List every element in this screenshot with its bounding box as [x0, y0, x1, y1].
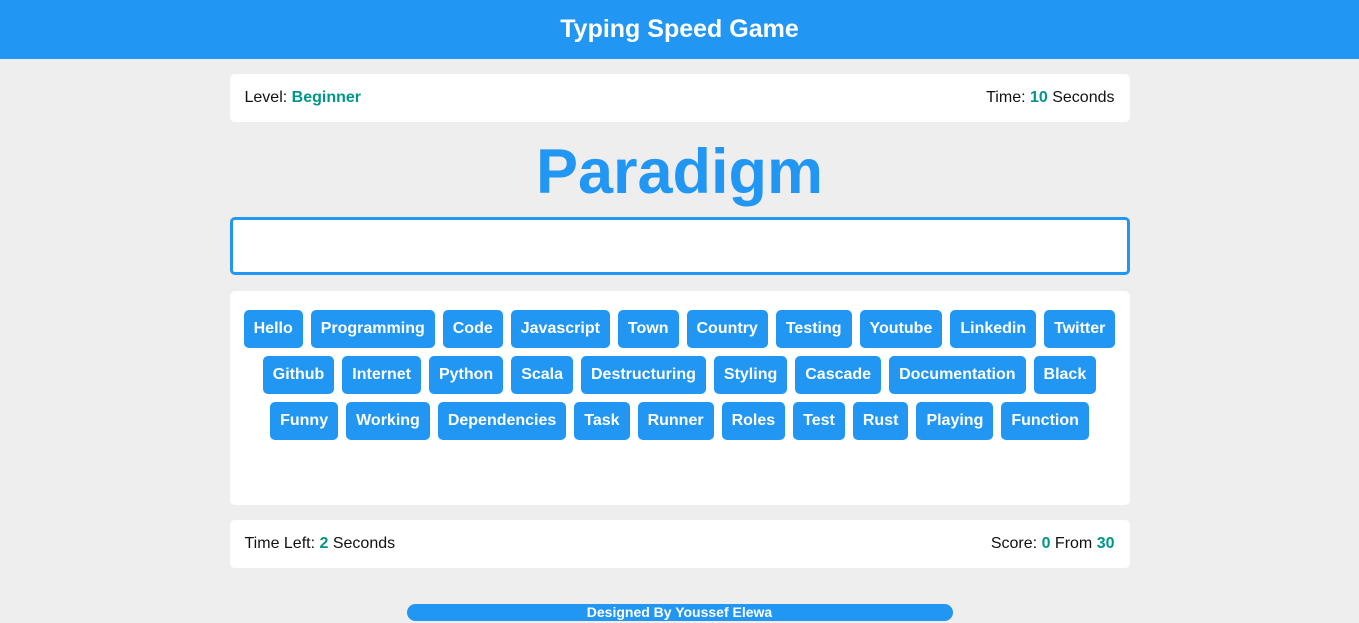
score-info: Score: 0 From 30 — [991, 535, 1115, 553]
time-info: Time: 10 Seconds — [986, 89, 1114, 107]
word-chip: Town — [617, 310, 679, 348]
time-unit: Seconds — [1052, 89, 1115, 106]
time-left-unit: Seconds — [332, 535, 396, 552]
word-chip: Documentation — [889, 356, 1026, 394]
word-chip: Github — [262, 356, 335, 394]
word-chip: Linkedin — [950, 310, 1037, 348]
word-chip: Function — [1001, 402, 1089, 440]
word-chip: Destructuring — [581, 356, 706, 394]
word-chip: Task — [574, 402, 630, 440]
word-chip: Programming — [310, 310, 435, 348]
app-header: Typing Speed Game — [0, 0, 1359, 59]
word-chip: Cascade — [795, 356, 882, 394]
game-container: Level: Beginner Time: 10 Seconds Paradig… — [229, 74, 1130, 568]
word-chip: Working — [346, 402, 430, 440]
typing-input[interactable] — [232, 220, 1127, 272]
score-label: Score: — [990, 535, 1038, 552]
word-chip: Runner — [637, 402, 714, 440]
status-bar: Time Left: 2 Seconds Score: 0 From 30 — [229, 520, 1130, 568]
time-left-value: 2 — [319, 535, 329, 552]
word-chip: Hello — [243, 310, 303, 348]
level-info-bar: Level: Beginner Time: 10 Seconds — [229, 74, 1130, 122]
typing-input-wrapper — [229, 217, 1130, 275]
level-value: Beginner — [291, 89, 361, 106]
score-total: 30 — [1096, 535, 1115, 552]
word-chip: Internet — [342, 356, 421, 394]
word-chip: Javascript — [510, 310, 610, 348]
word-chip: Roles — [721, 402, 786, 440]
word-chip: Code — [442, 310, 503, 348]
time-value: 10 — [1029, 89, 1048, 106]
footer-credit: Designed By Youssef Elewa — [406, 604, 953, 621]
word-chip: Youtube — [859, 310, 943, 348]
word-chip: Python — [428, 356, 504, 394]
time-left-label: Time Left: — [244, 535, 316, 552]
word-chip: Scala — [511, 356, 573, 394]
word-chip: Rust — [852, 402, 909, 440]
score-from-label: From — [1054, 535, 1093, 552]
score-value: 0 — [1041, 535, 1051, 552]
app-title: Typing Speed Game — [560, 15, 799, 43]
word-chip: Twitter — [1044, 310, 1116, 348]
level-info: Level: Beginner — [245, 89, 362, 107]
word-chip: Playing — [916, 402, 994, 440]
current-word: Paradigm — [535, 137, 824, 207]
word-chip: Country — [686, 310, 768, 348]
word-chip: Testing — [775, 310, 852, 348]
level-label: Level: — [244, 89, 288, 106]
word-chip: Dependencies — [437, 402, 567, 440]
word-chip: Funny — [270, 402, 339, 440]
time-left-info: Time Left: 2 Seconds — [245, 535, 396, 553]
time-label: Time: — [986, 89, 1026, 106]
word-chip: Test — [793, 402, 845, 440]
upcoming-words-list: Hello Programming Code Javascript Town Countr… — [229, 291, 1130, 505]
word-chip: Styling — [713, 356, 788, 394]
word-chip: Black — [1033, 356, 1097, 394]
